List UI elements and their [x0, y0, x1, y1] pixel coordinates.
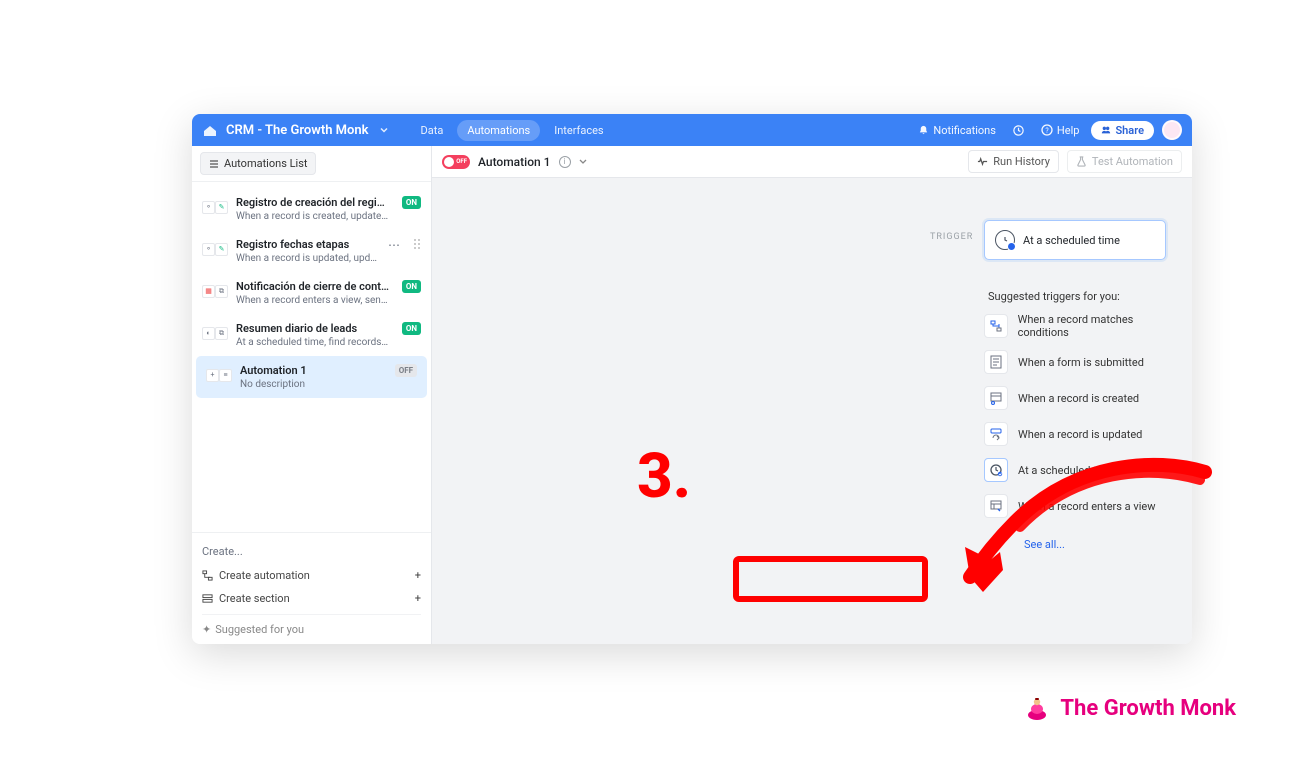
automation-title[interactable]: Automation 1 — [478, 155, 551, 169]
form-icon — [984, 350, 1008, 374]
automation-name: Notificación de cierre de contrato — [236, 280, 390, 293]
people-icon — [1101, 125, 1111, 135]
automation-toggle[interactable]: OFF — [442, 155, 470, 169]
see-all-link[interactable]: See all... — [1024, 538, 1065, 551]
activity-icon — [977, 156, 988, 167]
sidebar: Automations List ⚬✎ Registro de creación… — [192, 146, 432, 644]
automation-name: Resumen diario de leads — [236, 322, 390, 335]
status-badge: ON — [402, 196, 421, 209]
bell-icon — [918, 125, 929, 136]
clock-icon — [984, 458, 1008, 482]
automation-desc: When a record is updated, update a reco.… — [236, 253, 380, 264]
tab-automations[interactable]: Automations — [457, 120, 540, 141]
status-badge: ON — [402, 322, 421, 335]
create-section-button[interactable]: Create section + — [202, 587, 421, 610]
automation-item-selected[interactable]: +≡ Automation 1 No description OFF — [196, 356, 427, 398]
status-badge: ON — [402, 280, 421, 293]
app-window: CRM - The Growth Monk Data Automations I… — [192, 114, 1192, 644]
app-logo-icon — [202, 122, 218, 138]
conditions-icon — [984, 314, 1008, 338]
brand-footer: The Growth Monk — [1024, 695, 1236, 721]
topbar: CRM - The Growth Monk Data Automations I… — [192, 114, 1192, 146]
trigger-option-scheduled[interactable]: At a scheduled time — [984, 452, 1184, 488]
flask-icon — [1076, 156, 1087, 167]
annotation-step-number: 3. — [637, 440, 691, 513]
automation-desc: At a scheduled time, find records, and 1… — [236, 337, 390, 348]
plus-icon: + — [415, 592, 421, 605]
sidebar-footer: Create... Create automation + Create sec… — [192, 532, 431, 644]
automation-name: Automation 1 — [240, 364, 383, 377]
test-automation-button[interactable]: Test Automation — [1067, 150, 1182, 173]
main-toolbar: OFF Automation 1 i Run History Test Auto… — [432, 146, 1192, 178]
share-button[interactable]: Share — [1091, 121, 1154, 140]
tab-interfaces[interactable]: Interfaces — [544, 120, 613, 141]
record-updated-icon — [984, 422, 1008, 446]
section-icon — [202, 593, 213, 604]
nav-tabs: Data Automations Interfaces — [411, 120, 614, 141]
automation-name: Registro de creación del registro — [236, 196, 390, 209]
automation-item[interactable]: ⚬✎ Registro de creación del registro Whe… — [192, 188, 431, 230]
help-button[interactable]: ? Help — [1037, 124, 1084, 137]
trigger-option-form[interactable]: When a form is submitted — [984, 344, 1184, 380]
main-panel: OFF Automation 1 i Run History Test Auto… — [432, 146, 1192, 644]
history-icon — [1012, 124, 1025, 137]
plus-icon: + — [415, 569, 421, 582]
create-label: Create... — [202, 539, 421, 564]
record-created-icon — [984, 386, 1008, 410]
notifications-button[interactable]: Notifications — [914, 124, 1000, 137]
brand-logo-icon — [1024, 695, 1050, 721]
suggested-triggers-list: When a record matches conditions When a … — [984, 308, 1184, 524]
run-history-button[interactable]: Run History — [968, 150, 1059, 173]
automation-item[interactable]: ◐⧉ Resumen diario de leads At a schedule… — [192, 314, 431, 356]
drag-handle-icon[interactable] — [413, 238, 421, 250]
sidebar-header: Automations List — [192, 146, 431, 182]
info-icon[interactable]: i — [559, 156, 571, 168]
svg-text:?: ? — [1045, 127, 1049, 135]
automation-desc: No description — [240, 379, 383, 390]
trigger-card-label: At a scheduled time — [1023, 234, 1120, 247]
list-icon — [209, 159, 219, 169]
suggested-for-you-button[interactable]: ✦ Suggested for you — [202, 614, 421, 644]
trigger-option-conditions[interactable]: When a record matches conditions — [984, 308, 1184, 344]
flow-icon — [202, 570, 213, 581]
automation-desc: When a record is created, update a recor… — [236, 211, 390, 222]
automation-list: ⚬✎ Registro de creación del registro Whe… — [192, 182, 431, 532]
chevron-down-icon[interactable] — [579, 158, 587, 166]
trigger-option-created[interactable]: When a record is created — [984, 380, 1184, 416]
help-icon: ? — [1041, 124, 1053, 136]
status-badge: OFF — [395, 364, 417, 377]
suggested-triggers-header: Suggested triggers for you: — [988, 290, 1120, 303]
tab-data[interactable]: Data — [411, 120, 454, 141]
automation-canvas: TRIGGER At a scheduled time Suggested tr… — [432, 178, 1192, 644]
automations-list-toggle[interactable]: Automations List — [200, 152, 316, 175]
base-title[interactable]: CRM - The Growth Monk — [226, 123, 369, 138]
automation-desc: When a record enters a view, send a Slac… — [236, 295, 390, 306]
trigger-option-enters-view[interactable]: When a record enters a view — [984, 488, 1184, 524]
automation-item[interactable]: ▦⧉ Notificación de cierre de contrato Wh… — [192, 272, 431, 314]
automation-item[interactable]: ⚬✎ Registro fechas etapas When a record … — [192, 230, 431, 272]
create-automation-button[interactable]: Create automation + — [202, 564, 421, 587]
brand-name: The Growth Monk — [1060, 696, 1236, 721]
chevron-down-icon[interactable] — [379, 125, 389, 135]
view-icon — [984, 494, 1008, 518]
trigger-option-updated[interactable]: When a record is updated — [984, 416, 1184, 452]
user-avatar[interactable] — [1162, 120, 1182, 140]
automation-name: Registro fechas etapas — [236, 238, 380, 251]
clock-icon — [995, 230, 1015, 250]
more-icon[interactable]: ⋯ — [388, 238, 401, 252]
trigger-section-label: TRIGGER — [930, 232, 973, 242]
history-button[interactable] — [1008, 124, 1029, 137]
trigger-card[interactable]: At a scheduled time — [984, 220, 1166, 260]
